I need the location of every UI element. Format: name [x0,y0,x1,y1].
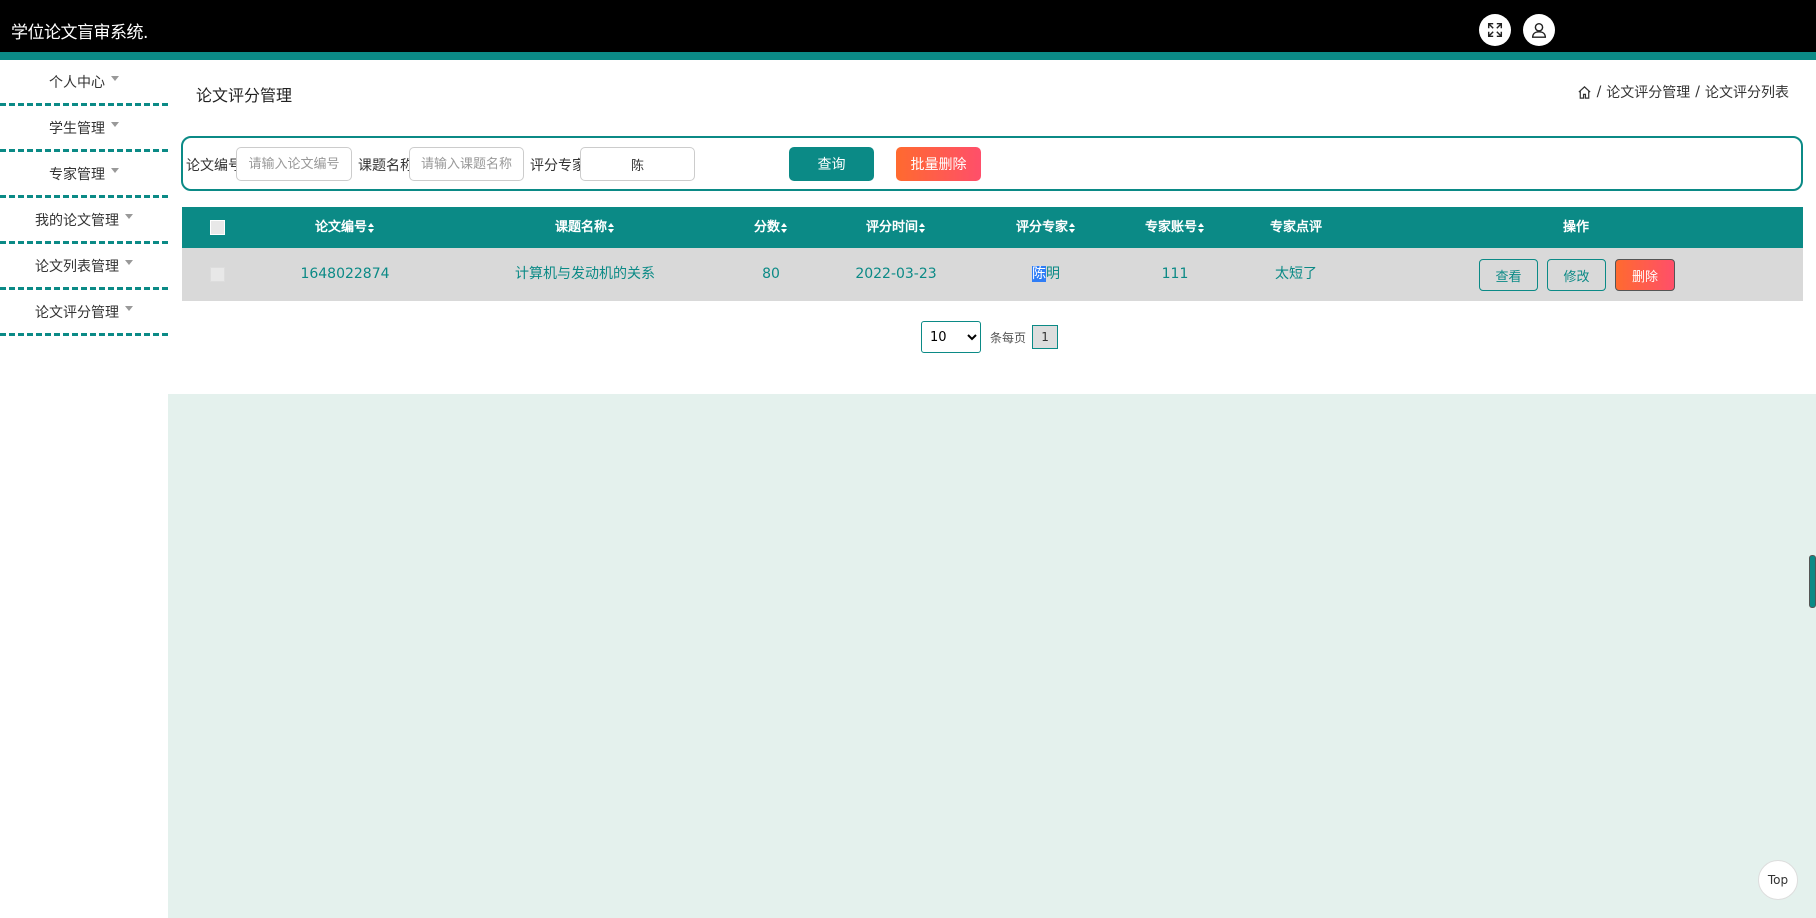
cell-score: 80 [762,266,780,282]
expert-label: 评分专家 [530,158,586,174]
sidebar-item-personal-center[interactable]: 个人中心 [0,60,168,106]
breadcrumb-item[interactable]: 论文评分管理 [1606,82,1690,102]
user-icon [1531,22,1547,38]
sidebar: 个人中心 学生管理 专家管理 我的论文管理 论文列表管理 论文评分管理 [0,60,168,918]
sidebar-item-paper-list-management[interactable]: 论文列表管理 [0,244,168,290]
cell-paper-no: 1648022874 [300,266,390,282]
per-page-label: 条每页 [990,330,1027,345]
column-actions: 操作 [1562,220,1590,235]
scrollbar-thumb[interactable] [1809,555,1816,608]
column-topic[interactable]: 课题名称 [555,207,615,248]
sort-icon [781,222,788,233]
selected-text: 陈 [1032,266,1046,282]
column-paper-no[interactable]: 论文编号 [315,207,375,248]
page-title: 论文评分管理 [196,86,293,105]
topic-label: 课题名称 [358,158,414,174]
page-number-current[interactable]: 1 [1032,325,1059,349]
select-all-checkbox[interactable] [210,220,225,235]
sidebar-item-label: 专家管理 [49,166,105,183]
sort-icon [919,222,926,233]
paper-no-label: 论文编号 [186,158,242,174]
sidebar-item-label: 论文列表管理 [35,258,119,275]
column-time[interactable]: 评分时间 [866,207,926,248]
sidebar-item-student-management[interactable]: 学生管理 [0,106,168,152]
sort-icon [368,222,375,233]
row-checkbox[interactable] [210,267,225,282]
expand-icon [1487,22,1503,38]
caret-down-icon [111,122,119,127]
cell-expert: 陈明 [1032,266,1060,282]
pagination: 10 条每页 1 [921,321,1059,353]
expert-input[interactable] [580,147,695,181]
delete-button[interactable]: 删除 [1615,259,1675,291]
topic-input[interactable] [409,147,524,181]
cell-time: 2022-03-23 [855,266,937,282]
column-score[interactable]: 分数 [754,207,788,248]
batch-delete-button[interactable]: 批量删除 [896,147,981,181]
caret-down-icon [125,306,133,311]
paper-no-input[interactable] [236,147,352,181]
caret-down-icon [125,214,133,219]
column-account[interactable]: 专家账号 [1145,207,1205,248]
back-to-top-button[interactable]: Top [1758,860,1798,900]
top-bar: 学位论文盲审系统. [0,0,1816,52]
breadcrumb-separator: / [1596,84,1602,100]
sidebar-item-label: 论文评分管理 [35,304,119,321]
search-form: 论文编号 课题名称 评分专家 查询 批量删除 [181,136,1803,191]
column-expert[interactable]: 评分专家 [1016,207,1076,248]
sort-icon [608,222,615,233]
top-accent-bar [0,52,1816,60]
table-header: 论文编号 课题名称 分数 评分时间 评分专家 专家账号 专家点评 操作 [182,207,1803,248]
fullscreen-button[interactable] [1479,14,1511,46]
home-icon[interactable] [1577,85,1592,100]
cell-comment: 太短了 [1275,266,1317,282]
breadcrumb-item-current: 论文评分列表 [1705,85,1789,101]
sort-icon [1198,222,1205,233]
cell-topic: 计算机与发动机的关系 [515,266,655,282]
caret-down-icon [111,76,119,81]
page-size-select[interactable]: 10 [921,321,981,353]
view-button[interactable]: 查看 [1479,259,1538,291]
breadcrumb: / 论文评分管理 / 论文评分列表 [1577,82,1789,102]
sidebar-item-expert-management[interactable]: 专家管理 [0,152,168,198]
user-button[interactable] [1523,14,1555,46]
column-comment: 专家点评 [1269,220,1323,235]
sidebar-item-my-paper-management[interactable]: 我的论文管理 [0,198,168,244]
sidebar-item-label: 学生管理 [49,120,105,137]
score-table: 论文编号 课题名称 分数 评分时间 评分专家 专家账号 专家点评 操作 1648… [182,207,1803,301]
query-button[interactable]: 查询 [789,147,874,181]
app-title: 学位论文盲审系统. [11,23,148,43]
sort-icon [1069,222,1076,233]
caret-down-icon [125,260,133,265]
cell-account: 111 [1161,266,1189,282]
edit-button[interactable]: 修改 [1547,259,1606,291]
caret-down-icon [111,168,119,173]
breadcrumb-separator: / [1695,84,1700,100]
sidebar-item-label: 个人中心 [49,74,105,91]
sidebar-item-paper-score-management[interactable]: 论文评分管理 [0,290,168,336]
sidebar-item-label: 我的论文管理 [35,212,119,229]
table-row: 1648022874 计算机与发动机的关系 80 2022-03-23 陈明 1… [182,248,1803,301]
